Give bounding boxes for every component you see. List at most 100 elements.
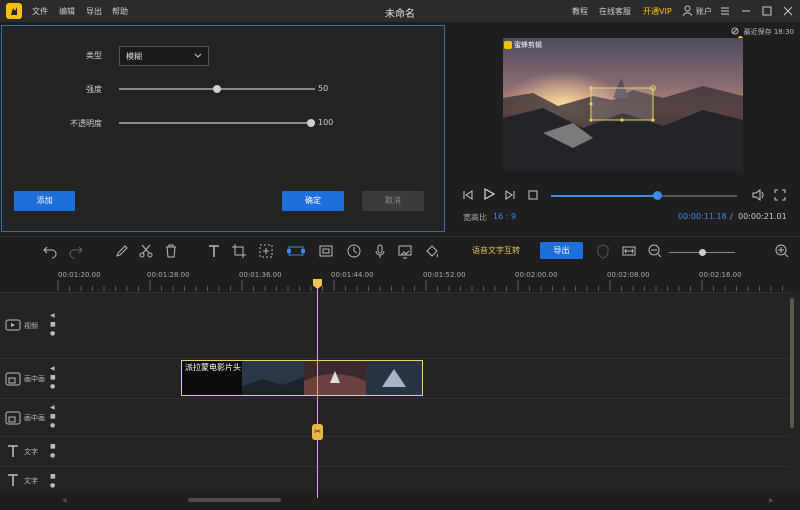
eye-icon[interactable]: ● [50,383,55,390]
confirm-button[interactable]: 确定 [282,191,344,211]
redo-icon[interactable] [68,243,84,259]
pencil-icon[interactable] [114,243,130,259]
video-track-icon [5,319,21,331]
timeline-ruler[interactable] [0,266,800,292]
lock-icon[interactable]: ■ [50,473,56,480]
microphone-icon[interactable] [372,243,388,259]
ruler-label-5: 00:02:00.00 [515,271,558,279]
opacity-value: 100 [318,118,334,127]
maximize-icon[interactable] [760,4,774,18]
aspect-ratio-label: 宽高比 [463,213,487,222]
video-track-name: 视频 [24,322,38,330]
play-icon[interactable] [482,187,496,201]
opacity-slider-knob[interactable] [307,119,315,127]
scroll-right-icon[interactable]: ▶ [769,497,774,504]
scissors-icon[interactable] [138,243,154,259]
menu-file[interactable]: 文件 [32,6,48,17]
playhead-line[interactable] [317,283,318,498]
clip-label: 派拉蒙电影片头 [185,363,241,372]
minimize-icon[interactable] [739,4,753,18]
stop-icon[interactable] [527,189,539,201]
zoom-out-icon[interactable] [647,243,663,259]
speaker-icon[interactable]: ◀ [50,312,55,319]
eye-icon[interactable]: ● [50,482,55,489]
zoom-slider-knob[interactable] [699,249,706,256]
paint-bucket-icon[interactable] [424,243,440,259]
add-frame-icon[interactable] [258,243,274,259]
menu-edit[interactable]: 编辑 [59,6,75,17]
fit-width-icon[interactable] [621,243,637,259]
strength-label: 强度 [86,85,102,94]
text-icon[interactable] [206,243,222,259]
aspect-ratio-value[interactable]: 16 : 9 [493,212,516,221]
fullscreen-icon[interactable] [774,189,786,201]
speech-to-text-link[interactable]: 语音文字互转 [472,245,520,256]
menu-help[interactable]: 帮助 [112,6,128,17]
pip-track-icon [5,372,21,386]
menu-export[interactable]: 导出 [86,6,102,17]
lock-icon[interactable]: ■ [50,374,56,381]
split-scissors-icon[interactable]: ✂ [312,424,323,440]
pip-track-row-2 [0,398,790,436]
add-button[interactable]: 添加 [14,191,75,211]
text-track-icon [6,473,20,487]
mosaic-icon[interactable] [286,243,305,259]
clock-icon[interactable] [346,243,362,259]
zoom-in-icon[interactable] [774,243,790,259]
ruler-label-2: 00:01:36.00 [239,271,282,279]
speaker-icon[interactable]: ◀ [50,365,55,372]
vip-link[interactable]: 开通VIP [643,6,672,17]
watermark: 蜜蜂剪辑 [504,40,542,50]
watermark-logo-icon [504,41,512,49]
watermark-text: 蜜蜂剪辑 [514,41,542,49]
ruler-ticks [57,280,783,291]
total-time: 00:00:21.01 [738,212,787,221]
image-icon[interactable] [397,243,413,259]
app-logo-icon [6,3,22,19]
account-link[interactable]: 账户 [696,6,712,17]
strength-value: 50 [318,84,329,93]
playback-progress-knob[interactable] [653,191,663,200]
scroll-left-icon[interactable]: ◀ [62,497,67,504]
opacity-label: 不透明度 [70,119,102,128]
timeline-clip[interactable]: 派拉蒙电影片头 [181,360,423,396]
eye-icon[interactable]: ● [50,452,55,459]
ruler-label-4: 00:01:52.00 [423,271,466,279]
strength-slider-knob[interactable] [213,85,221,93]
opacity-slider-track[interactable] [119,122,315,124]
prev-frame-icon[interactable] [462,189,474,201]
eye-icon[interactable]: ● [50,330,55,337]
next-frame-icon[interactable] [504,189,516,201]
title-bar: 文件 编辑 导出 帮助 未命名 教程 在线客服 开通VIP 账户 [0,0,800,22]
text-track-name-1: 文字 [24,448,38,456]
time-separator: / [730,212,733,221]
type-dropdown[interactable]: 模糊 [119,46,209,66]
crop-icon[interactable] [231,243,247,259]
ruler-label-7: 00:02:16.00 [699,271,742,279]
type-label: 类型 [86,51,102,60]
video-preview[interactable] [503,38,743,172]
trash-icon[interactable] [163,243,179,259]
export-button[interactable]: 导出 [540,242,583,259]
text-track-row-1 [0,436,790,466]
shield-icon[interactable] [597,243,613,259]
video-track-row [0,292,790,358]
screen-icon[interactable] [318,243,334,259]
speaker-icon[interactable]: ◀ [50,404,55,411]
lock-icon[interactable]: ■ [50,321,56,328]
text-track-row-2 [0,466,790,496]
undo-icon[interactable] [42,243,58,259]
lock-icon[interactable]: ■ [50,413,56,420]
tutorial-link[interactable]: 教程 [572,6,588,17]
ruler-label-0: 00:01:20.00 [58,271,101,279]
volume-icon[interactable] [752,189,766,201]
eye-icon[interactable]: ● [50,422,55,429]
user-icon[interactable] [682,5,693,16]
cancel-button[interactable]: 取消 [362,191,424,211]
close-icon[interactable] [781,4,795,18]
horizontal-scrollbar[interactable] [188,498,281,502]
menu-icon[interactable] [718,4,732,18]
vertical-scrollbar[interactable] [790,298,794,428]
support-link[interactable]: 在线客服 [599,6,631,17]
lock-icon[interactable]: ■ [50,443,56,450]
